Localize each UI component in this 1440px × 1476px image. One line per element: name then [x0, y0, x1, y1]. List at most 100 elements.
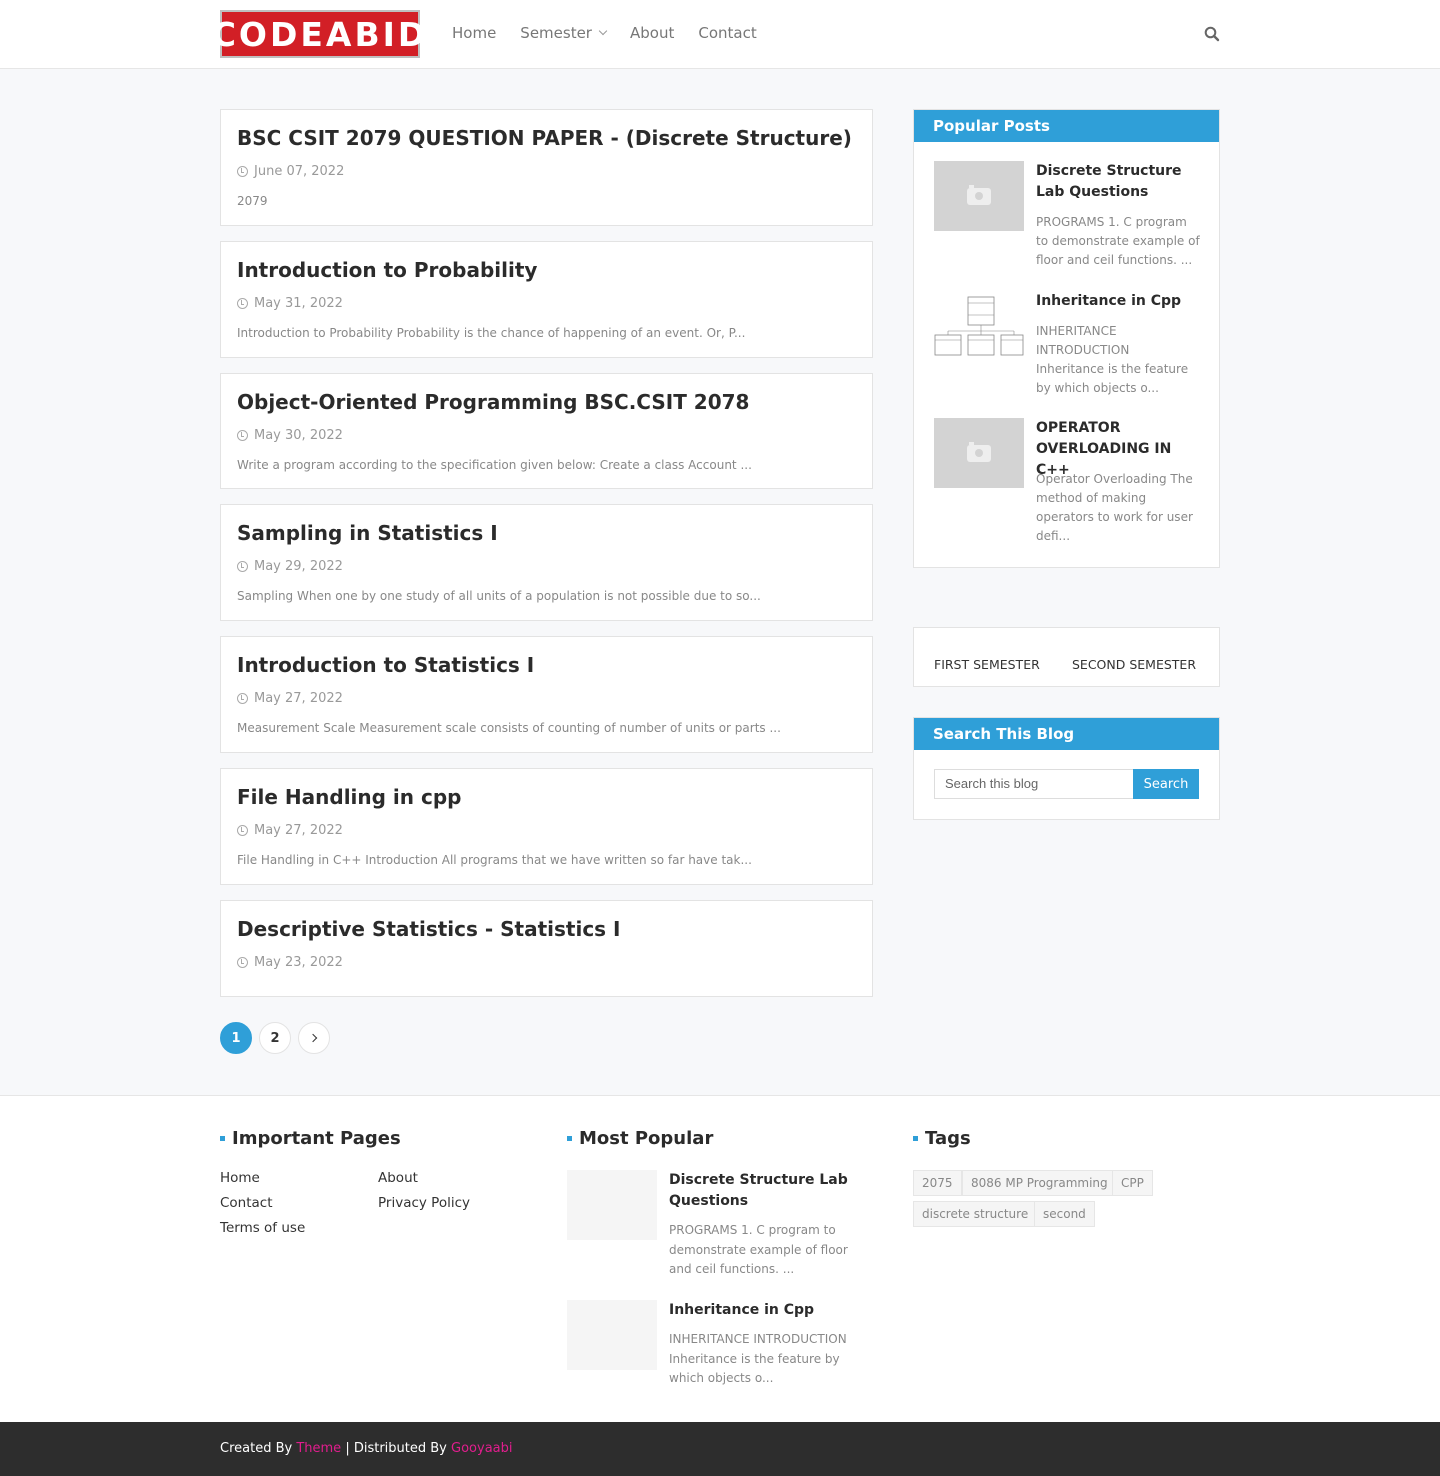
- post-card: BSC CSIT 2079 QUESTION PAPER - (Discrete…: [220, 109, 873, 226]
- post-snippet: File Handling in C++ Introduction All pr…: [237, 853, 752, 867]
- second-semester-link[interactable]: SECOND SEMESTER: [1072, 657, 1196, 672]
- post-snippet: Measurement Scale Measurement scale cons…: [237, 721, 781, 735]
- chevron-down-icon: [598, 26, 608, 36]
- post-card: Introduction to Probability May 31, 2022…: [220, 241, 873, 358]
- uml-diagram-image: [934, 296, 1024, 356]
- most-popular-thumbnail[interactable]: [567, 1170, 657, 1240]
- clock-icon: [237, 825, 248, 836]
- popular-post-snippet: Operator Overloading The method of makin…: [1036, 472, 1193, 543]
- popular-post-thumbnail[interactable]: [934, 291, 1024, 361]
- post-title[interactable]: Object-Oriented Programming BSC.CSIT 207…: [237, 390, 749, 414]
- tag-2075[interactable]: 2075: [913, 1170, 962, 1196]
- footer-link-contact[interactable]: Contact: [220, 1195, 273, 1211]
- popular-post-snippet: INHERITANCE INTRODUCTION Inheritance is …: [1036, 324, 1189, 395]
- popular-post-thumbnail[interactable]: [934, 418, 1024, 488]
- tags-heading-text: Tags: [925, 1128, 971, 1149]
- page-1-button[interactable]: 1: [220, 1022, 252, 1054]
- post-date: June 07, 2022: [237, 164, 344, 179]
- post-date: May 27, 2022: [237, 823, 343, 838]
- post-date-text: May 31, 2022: [254, 296, 343, 311]
- clock-icon: [237, 298, 248, 309]
- semester-links-widget: FIRST SEMESTER SECOND SEMESTER: [913, 627, 1220, 687]
- footer-link-terms-of-use[interactable]: Terms of use: [220, 1220, 305, 1236]
- footer-link-about[interactable]: About: [378, 1170, 418, 1186]
- tag-8086-mp-programming[interactable]: 8086 MP Programming: [962, 1170, 1117, 1196]
- post-date-text: May 30, 2022: [254, 428, 343, 443]
- blog-search-input[interactable]: Search this blog: [934, 769, 1134, 799]
- footer-link-home[interactable]: Home: [220, 1170, 260, 1186]
- post-title[interactable]: Introduction to Probability: [237, 258, 537, 282]
- post-card: Object-Oriented Programming BSC.CSIT 207…: [220, 373, 873, 489]
- page-2-button[interactable]: 2: [259, 1022, 291, 1054]
- post-snippet: Write a program according to the specifi…: [237, 458, 752, 472]
- post-snippet: 2079: [237, 194, 268, 208]
- post-title[interactable]: Sampling in Statistics I: [237, 521, 498, 545]
- clock-icon: [237, 957, 248, 968]
- tags-heading: Tags: [913, 1128, 971, 1149]
- clock-icon: [237, 693, 248, 704]
- site-footer: Important Pages Home About Contact Priva…: [0, 1095, 1440, 1422]
- popular-post-item: OPERATOR OVERLOADING IN C++ Operator Ove…: [934, 418, 1204, 548]
- camera-icon: [967, 184, 991, 205]
- nav-about[interactable]: About: [630, 24, 674, 42]
- most-popular-heading-text: Most Popular: [579, 1128, 714, 1149]
- post-title[interactable]: Introduction to Statistics I: [237, 653, 534, 677]
- most-popular-thumbnail[interactable]: [567, 1300, 657, 1370]
- clock-icon: [237, 430, 248, 441]
- tag-second[interactable]: second: [1034, 1201, 1095, 1227]
- important-pages-heading-text: Important Pages: [232, 1128, 401, 1149]
- site-logo[interactable]: CODEABID: [212, 10, 425, 58]
- site-header: CODEABID Home Semester About Contact: [0, 0, 1440, 69]
- credits-bar: Created By Theme | Distributed By Gooyaa…: [0, 1422, 1440, 1476]
- search-icon[interactable]: [1204, 26, 1220, 42]
- nav-semester-label: Semester: [520, 24, 592, 42]
- popular-post-item: Inheritance in Cpp INHERITANCE INTRODUCT…: [934, 291, 1204, 401]
- post-date-text: May 27, 2022: [254, 691, 343, 706]
- camera-icon: [967, 441, 991, 462]
- post-snippet: Sampling When one by one study of all un…: [237, 589, 761, 603]
- logo-text: CODEABID: [211, 14, 429, 54]
- post-title[interactable]: File Handling in cpp: [237, 785, 461, 809]
- created-by-label: Created By: [220, 1441, 293, 1456]
- heading-bullet: [913, 1136, 918, 1141]
- distributed-by-label: | Distributed By: [345, 1441, 447, 1456]
- post-card: Sampling in Statistics I May 29, 2022 Sa…: [220, 504, 873, 621]
- popular-post-snippet: PROGRAMS 1. C program to demonstrate exa…: [1036, 215, 1200, 267]
- heading-bullet: [567, 1136, 572, 1141]
- post-title[interactable]: BSC CSIT 2079 QUESTION PAPER - (Discrete…: [237, 126, 852, 150]
- post-card: Introduction to Statistics I May 27, 202…: [220, 636, 873, 753]
- nav-semester[interactable]: Semester: [520, 24, 608, 42]
- gooyaabi-link[interactable]: Gooyaabi: [451, 1441, 512, 1456]
- popular-post-thumbnail[interactable]: [934, 161, 1024, 231]
- post-card: File Handling in cpp May 27, 2022 File H…: [220, 768, 873, 885]
- popular-post-title[interactable]: Discrete Structure Lab Questions: [1036, 161, 1206, 203]
- chevron-right-icon: [308, 1033, 318, 1043]
- post-date-text: May 27, 2022: [254, 823, 343, 838]
- most-popular-snippet: INHERITANCE INTRODUCTION Inheritance is …: [669, 1332, 847, 1385]
- search-widget-heading: Search This Blog: [914, 718, 1219, 750]
- post-date: May 30, 2022: [237, 428, 343, 443]
- post-date: May 29, 2022: [237, 559, 343, 574]
- post-date: May 27, 2022: [237, 691, 343, 706]
- tag-cpp[interactable]: CPP: [1112, 1170, 1153, 1196]
- post-title[interactable]: Descriptive Statistics - Statistics I: [237, 917, 621, 941]
- next-page-button[interactable]: [298, 1022, 330, 1054]
- main-nav: Home Semester About Contact: [452, 24, 781, 42]
- popular-post-item: Discrete Structure Lab Questions PROGRAM…: [934, 161, 1204, 271]
- first-semester-link[interactable]: FIRST SEMESTER: [934, 657, 1040, 672]
- footer-link-privacy-policy[interactable]: Privacy Policy: [378, 1195, 470, 1211]
- nav-contact[interactable]: Contact: [698, 24, 756, 42]
- theme-link[interactable]: Theme: [296, 1441, 341, 1456]
- post-date-text: May 23, 2022: [254, 955, 343, 970]
- popular-posts-widget: Popular Posts Discrete Structure Lab Que…: [913, 109, 1220, 568]
- most-popular-snippet: PROGRAMS 1. C program to demonstrate exa…: [669, 1223, 848, 1276]
- popular-post-title[interactable]: Inheritance in Cpp: [1036, 291, 1206, 312]
- tag-discrete-structure[interactable]: discrete structure: [913, 1201, 1038, 1227]
- search-button[interactable]: Search: [1133, 769, 1199, 799]
- popular-posts-heading: Popular Posts: [914, 110, 1219, 142]
- most-popular-heading: Most Popular: [567, 1128, 713, 1149]
- post-card: Descriptive Statistics - Statistics I Ma…: [220, 900, 873, 997]
- most-popular-title[interactable]: Inheritance in Cpp: [669, 1300, 869, 1321]
- nav-home[interactable]: Home: [452, 24, 496, 42]
- most-popular-title[interactable]: Discrete Structure Lab Questions: [669, 1170, 869, 1212]
